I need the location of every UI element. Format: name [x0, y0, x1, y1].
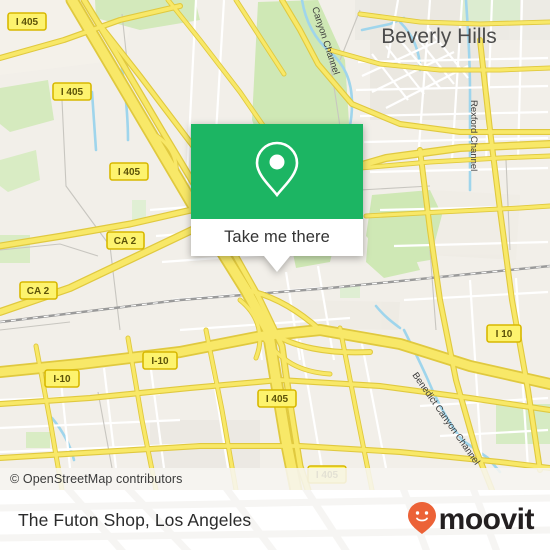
road-shield: I 405 — [109, 162, 149, 181]
moovit-logo[interactable]: moovit — [407, 501, 535, 540]
moovit-wordmark: moovit — [438, 503, 535, 536]
callout-pin-panel — [191, 124, 363, 219]
road-shield-label: I 405 — [118, 167, 141, 178]
city-label-text: Beverly Hills — [381, 25, 497, 48]
road-shield: I 405 — [257, 389, 297, 408]
road-shield-label: CA 2 — [114, 236, 137, 247]
road-shield-label: I 405 — [61, 87, 84, 98]
waterway-label-rexford-channel: Rexford Channel — [468, 100, 479, 171]
place-title: The Futon Shop, Los Angeles — [18, 509, 252, 530]
location-callout-card[interactable]: Take me there — [191, 124, 363, 272]
road-shield-label: I-10 — [53, 374, 71, 385]
location-pin-icon — [253, 139, 301, 204]
moovit-pin-icon — [407, 501, 437, 540]
road-shield: CA 2 — [106, 231, 145, 250]
road-shield: CA 2 — [19, 281, 58, 300]
road-shield: I 405 — [52, 82, 92, 101]
road-shield: I 405 — [7, 12, 47, 31]
road-shield-label: I-10 — [151, 356, 169, 367]
callout-pointer — [264, 256, 290, 272]
road-shield-label: CA 2 — [27, 286, 50, 297]
city-label-beverly-hills: Beverly Hills — [381, 25, 497, 48]
map-screenshot: Beverly Hills Canyon Channel Rexford Cha… — [0, 0, 550, 550]
road-shield-label: I 405 — [16, 17, 39, 28]
waterway-label-text: Rexford Channel — [468, 100, 479, 171]
attribution-text: © OpenStreetMap contributors — [10, 472, 183, 486]
road-shield: I-10 — [142, 351, 178, 370]
take-me-there-label: Take me there — [224, 228, 330, 246]
road-shield-label: I 405 — [266, 394, 289, 405]
road-shield: I-10 — [44, 369, 80, 388]
road-shield-label: I 10 — [496, 329, 513, 340]
road-shield: I 10 — [486, 324, 522, 343]
callout-action-panel[interactable]: Take me there — [191, 219, 363, 256]
map-attribution-bar: © OpenStreetMap contributors — [0, 468, 550, 490]
footer-bar: The Futon Shop, Los Angeles moovit — [0, 490, 550, 550]
